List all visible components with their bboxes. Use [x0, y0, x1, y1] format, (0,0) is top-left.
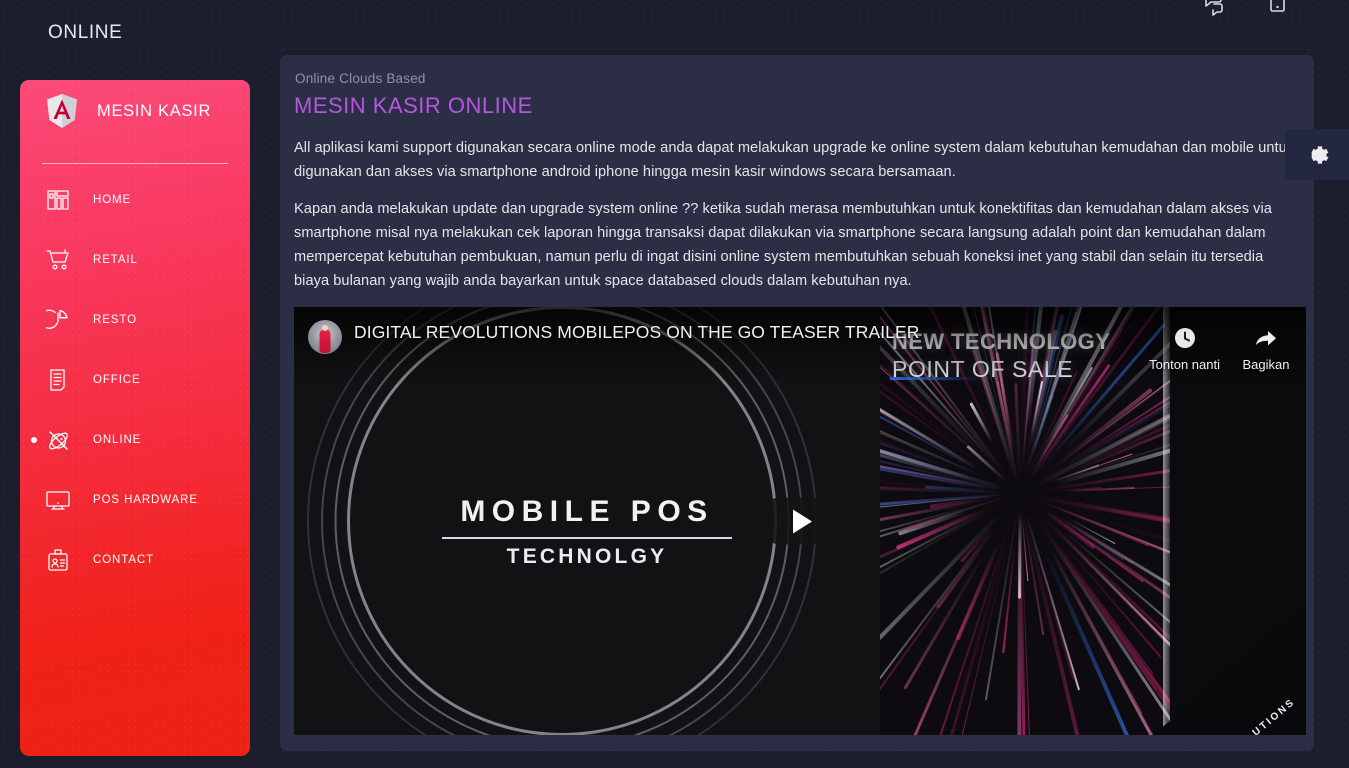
monitor-icon: [45, 487, 71, 513]
sidebar: MESIN KASIR HOME RETAIL RESTO OFFICE ONL…: [20, 80, 250, 756]
calculator-icon: [45, 187, 71, 213]
chat-icon[interactable]: [1202, 0, 1232, 17]
video-overlay-left-text: MOBILE POS TECHNOLGY: [387, 495, 787, 569]
sidebar-item-label: ONLINE: [93, 434, 141, 446]
sidebar-item-label: RETAIL: [93, 254, 138, 266]
sidebar-nav: HOME RETAIL RESTO OFFICE ONLINE POS HARD…: [20, 170, 250, 590]
sidebar-item-label: CONTACT: [93, 554, 154, 566]
channel-avatar[interactable]: [308, 320, 342, 354]
sidebar-item-label: HOME: [93, 194, 131, 206]
active-indicator-dot: [31, 437, 37, 443]
content-paragraph: All aplikasi kami support digunakan seca…: [294, 136, 1300, 184]
sidebar-brand[interactable]: MESIN KASIR: [20, 80, 250, 142]
sidebar-divider: [42, 163, 228, 164]
globe-network-icon: [45, 427, 71, 453]
video-title[interactable]: DIGITAL REVOLUTIONS MOBILEPOS ON THE GO …: [354, 322, 920, 343]
mobile-device-icon[interactable]: [1264, 0, 1290, 18]
content-paragraph: Kapan anda melakukan update dan upgrade …: [294, 197, 1300, 293]
play-button[interactable]: [767, 498, 833, 545]
clock-icon: [1174, 327, 1196, 349]
sidebar-item-online[interactable]: ONLINE: [20, 410, 250, 470]
sidebar-item-contact[interactable]: CONTACT: [20, 530, 250, 590]
id-card-icon: [45, 547, 71, 573]
share-arrow-icon: [1254, 327, 1278, 349]
sidebar-item-pos-hardware[interactable]: POS HARDWARE: [20, 470, 250, 530]
angular-shield-logo-icon: [45, 93, 79, 129]
sidebar-item-label: POS HARDWARE: [93, 494, 198, 506]
sidebar-item-label: OFFICE: [93, 374, 141, 386]
content-eyebrow: Online Clouds Based: [294, 71, 1300, 86]
sidebar-item-retail[interactable]: RETAIL: [20, 230, 250, 290]
watch-later-label: Tonton nanti: [1149, 357, 1220, 372]
video-player[interactable]: MOBILE POS TECHNOLGY NEW TECHNOLOGY POIN…: [294, 307, 1306, 735]
pie-chart-icon: [45, 307, 71, 333]
settings-button[interactable]: [1285, 129, 1349, 180]
shopping-cart-icon: [45, 247, 71, 273]
topbar-icon-group: [1202, 0, 1290, 18]
content-panel: Online Clouds Based MESIN KASIR ONLINE A…: [280, 55, 1314, 751]
share-button[interactable]: Bagikan: [1238, 319, 1294, 372]
top-bar: ONLINE: [0, 0, 1349, 62]
page-title: ONLINE: [48, 22, 122, 44]
sidebar-item-home[interactable]: HOME: [20, 170, 250, 230]
video-overlay-left-title: MOBILE POS: [387, 495, 787, 529]
sidebar-brand-label: MESIN KASIR: [97, 102, 211, 121]
watch-later-button[interactable]: Tonton nanti: [1149, 319, 1220, 372]
share-label: Bagikan: [1243, 357, 1290, 372]
receipt-document-icon: [45, 367, 71, 393]
video-overlay-left-subtitle: TECHNOLGY: [387, 545, 787, 569]
video-overlay-rule: [442, 537, 732, 539]
content-headline: MESIN KASIR ONLINE: [294, 93, 1300, 119]
sidebar-item-office[interactable]: OFFICE: [20, 350, 250, 410]
play-triangle-icon: [793, 509, 812, 533]
sidebar-item-resto[interactable]: RESTO: [20, 290, 250, 350]
sidebar-item-label: RESTO: [93, 314, 137, 326]
gear-icon: [1303, 141, 1331, 169]
video-action-group: Tonton nanti Bagikan: [1149, 319, 1294, 372]
